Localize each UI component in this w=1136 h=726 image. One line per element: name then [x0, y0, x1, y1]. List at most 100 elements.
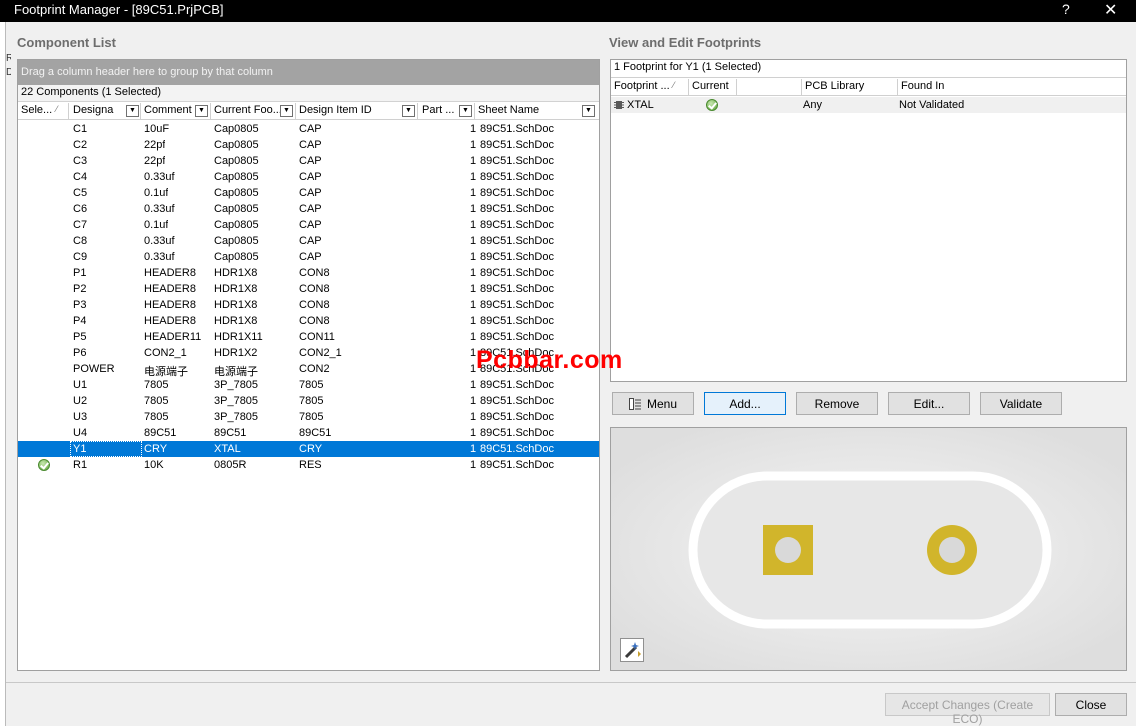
validate-button[interactable]: Validate: [980, 392, 1062, 415]
table-row[interactable]: R1 10K 0805R RES 1 89C51.SchDoc: [18, 457, 599, 473]
footprint-row[interactable]: XTAL Any Not Validated: [611, 97, 1126, 113]
edit-button[interactable]: Edit...: [888, 392, 970, 415]
comment-cell: CON2_1: [144, 347, 187, 359]
designator-cell: POWER: [73, 363, 115, 375]
sheet-name-cell: 89C51.SchDoc: [480, 443, 554, 455]
part-cell: 1: [470, 443, 477, 455]
column-header-blank[interactable]: [737, 79, 802, 96]
column-header-comment[interactable]: Comment ▼: [141, 103, 211, 120]
remove-button[interactable]: Remove: [796, 392, 878, 415]
close-button[interactable]: Close: [1055, 693, 1127, 716]
sheet-name-cell: 89C51.SchDoc: [480, 235, 554, 247]
design-item-id-cell: CON8: [299, 299, 330, 311]
table-row[interactable]: U4 89C51 89C51 89C51 1 89C51.SchDoc: [18, 425, 599, 441]
comment-cell: 10K: [144, 459, 164, 471]
table-row[interactable]: P1 HEADER8 HDR1X8 CON8 1 89C51.SchDoc: [18, 265, 599, 281]
designator-cell: P2: [73, 283, 87, 295]
menu-button[interactable]: Menu: [612, 392, 694, 415]
table-row[interactable]: C8 0.33uf Cap0805 CAP 1 89C51.SchDoc: [18, 233, 599, 249]
group-by-area[interactable]: Drag a column header here to group by th…: [18, 60, 599, 85]
footprint-cell: HDR1X2: [214, 347, 258, 359]
table-row[interactable]: U3 7805 3P_7805 7805 1 89C51.SchDoc: [18, 409, 599, 425]
footprint-cell: HDR1X11: [214, 331, 263, 343]
sheet-name-cell: 89C51.SchDoc: [480, 251, 554, 263]
table-row[interactable]: C4 0.33uf Cap0805 CAP 1 89C51.SchDoc: [18, 169, 599, 185]
filter-dropdown-icon[interactable]: ▼: [402, 105, 415, 117]
chip-icon: [614, 100, 624, 110]
window-close-button[interactable]: ✕: [1104, 0, 1117, 20]
column-header-current-footprint[interactable]: Current Foo... ▼: [211, 103, 296, 120]
column-header-pcb-library[interactable]: PCB Library: [802, 79, 898, 96]
table-row[interactable]: U2 7805 3P_7805 7805 1 89C51.SchDoc: [18, 393, 599, 409]
column-header-designator[interactable]: Designa ▼: [70, 103, 141, 120]
designator-cell: C9: [73, 251, 88, 263]
comment-cell: CRY: [144, 443, 168, 455]
table-row[interactable]: C2 22pf Cap0805 CAP 1 89C51.SchDoc: [18, 137, 599, 153]
footprint-cell: Cap0805: [214, 235, 259, 247]
column-header-sheet-name[interactable]: Sheet Name ▼: [475, 103, 599, 120]
sort-icon: ⁄: [56, 104, 58, 114]
part-cell: 1: [470, 219, 477, 231]
add-button[interactable]: Add...: [704, 392, 786, 415]
designator-cell: C4: [73, 171, 88, 183]
table-row[interactable]: P3 HEADER8 HDR1X8 CON8 1 89C51.SchDoc: [18, 297, 599, 313]
table-row[interactable]: P5 HEADER11 HDR1X11 CON11 1 89C51.SchDoc: [18, 329, 599, 345]
table-row[interactable]: P2 HEADER8 HDR1X8 CON8 1 89C51.SchDoc: [18, 281, 599, 297]
table-row[interactable]: C6 0.33uf Cap0805 CAP 1 89C51.SchDoc: [18, 201, 599, 217]
designator-cell: Y1: [73, 443, 87, 455]
design-item-id-cell: CON8: [299, 315, 330, 327]
component-list-title: Component List: [17, 35, 116, 50]
accept-changes-button[interactable]: Accept Changes (Create ECO): [885, 693, 1050, 726]
help-button[interactable]: ?: [1062, 1, 1070, 17]
footprint-name: XTAL: [627, 99, 654, 111]
footprint-cell: Cap0805: [214, 251, 259, 263]
menu-list-icon: [628, 398, 641, 410]
filter-dropdown-icon[interactable]: ▼: [582, 105, 595, 117]
design-item-id-cell: RES: [299, 459, 322, 471]
check-circle-icon: [706, 99, 718, 111]
sheet-name-cell: 89C51.SchDoc: [480, 139, 554, 151]
filter-dropdown-icon[interactable]: ▼: [459, 105, 472, 117]
table-row[interactable]: C5 0.1uf Cap0805 CAP 1 89C51.SchDoc: [18, 185, 599, 201]
design-item-id-cell: CAP: [299, 123, 322, 135]
column-header-found-in[interactable]: Found In: [898, 79, 1126, 96]
design-item-id-cell: CON2_1: [299, 347, 342, 359]
design-item-id-cell: CRY: [299, 443, 323, 455]
filter-dropdown-icon[interactable]: ▼: [280, 105, 293, 117]
design-item-id-cell: CON11: [299, 331, 335, 343]
comment-cell: HEADER8: [144, 299, 196, 311]
design-item-id-cell: CAP: [299, 235, 322, 247]
footprint-cell: 0805R: [214, 459, 247, 471]
table-row[interactable]: Y1 CRY XTAL CRY 1 89C51.SchDoc: [18, 441, 599, 457]
table-row[interactable]: C9 0.33uf Cap0805 CAP 1 89C51.SchDoc: [18, 249, 599, 265]
designator-cell: P6: [73, 347, 87, 359]
pad-1-hole: [775, 537, 801, 563]
table-row[interactable]: C1 10uF Cap0805 CAP 1 89C51.SchDoc: [18, 121, 599, 137]
column-header-selected[interactable]: Sele... ⁄: [18, 103, 69, 120]
designator-cell: R1: [73, 459, 88, 471]
filter-dropdown-icon[interactable]: ▼: [195, 105, 208, 117]
comment-cell: 7805: [144, 379, 169, 391]
sheet-name-cell: 89C51.SchDoc: [480, 283, 554, 295]
column-header-current[interactable]: Current: [689, 79, 737, 96]
component-grid-header: Sele... ⁄ Designa ▼ Comment ▼ Current Fo…: [18, 103, 599, 120]
footprint-grid[interactable]: 1 Footprint for Y1 (1 Selected) Footprin…: [610, 59, 1127, 382]
magic-wand-icon[interactable]: [620, 638, 644, 662]
title-bar: Footprint Manager - [89C51.PrjPCB] ? ✕: [0, 0, 1136, 22]
comment-cell: 22pf: [144, 139, 166, 151]
table-row[interactable]: P4 HEADER8 HDR1X8 CON8 1 89C51.SchDoc: [18, 313, 599, 329]
column-header-design-item-id[interactable]: Design Item ID ▼: [296, 103, 418, 120]
part-cell: 1: [470, 203, 477, 215]
filter-dropdown-icon[interactable]: ▼: [126, 105, 139, 117]
sheet-name-cell: 89C51.SchDoc: [480, 203, 554, 215]
column-header-part[interactable]: Part ... ▼: [419, 103, 475, 120]
footprint-cell: Cap0805: [214, 155, 259, 167]
comment-cell: 0.1uf: [144, 187, 169, 199]
table-row[interactable]: U1 7805 3P_7805 7805 1 89C51.SchDoc: [18, 377, 599, 393]
pcb-library: Any: [803, 99, 822, 111]
table-row[interactable]: C3 22pf Cap0805 CAP 1 89C51.SchDoc: [18, 153, 599, 169]
footprint-preview[interactable]: [610, 427, 1127, 671]
design-item-id-cell: CAP: [299, 155, 322, 167]
table-row[interactable]: C7 0.1uf Cap0805 CAP 1 89C51.SchDoc: [18, 217, 599, 233]
column-header-footprint[interactable]: Footprint ... ⁄: [611, 79, 689, 96]
